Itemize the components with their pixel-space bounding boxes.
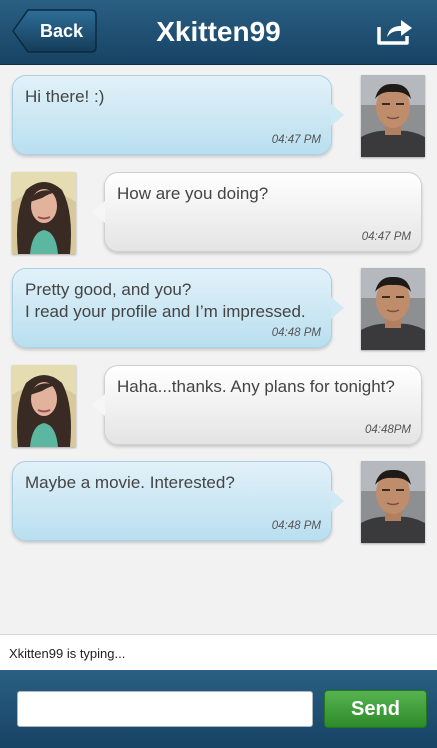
message-text: Pretty good, and you? I read your profil… — [25, 280, 306, 321]
message-list[interactable]: Hi there! :) 04:47 PM How are you doing?… — [0, 65, 437, 633]
back-label: Back — [39, 21, 84, 41]
message-row: Maybe a movie. Interested? 04:48 PM — [0, 451, 437, 543]
message-bubble-outgoing: Pretty good, and you? I read your profil… — [12, 268, 344, 348]
message-bubble-incoming: How are you doing? 04:47 PM — [92, 172, 422, 252]
avatar-photo-man — [361, 461, 425, 543]
message-time: 04:47 PM — [271, 134, 321, 146]
message-bubble-incoming: Haha...thanks. Any plans for tonight? 04… — [92, 365, 422, 445]
message-time: 04:47 PM — [361, 231, 411, 243]
message-text: Hi there! :) — [25, 87, 105, 106]
typing-status-text: Xkitten99 is typing... — [9, 646, 126, 661]
message-row: Pretty good, and you? I read your profil… — [0, 258, 437, 350]
composer-bar: Send — [0, 670, 437, 748]
page-title: Xkitten99 — [156, 16, 281, 47]
message-time: 04:48PM — [364, 424, 411, 436]
back-button[interactable]: Back — [12, 9, 97, 53]
message-text: Maybe a movie. Interested? — [25, 473, 235, 492]
message-row: Haha...thanks. Any plans for tonight? 04… — [0, 355, 437, 447]
message-bubble-outgoing: Maybe a movie. Interested? 04:48 PM — [12, 461, 344, 541]
bubble-tail — [331, 297, 344, 319]
avatar[interactable] — [361, 461, 425, 543]
app-header: Back Xkitten99 — [0, 0, 437, 65]
message-input[interactable] — [17, 691, 313, 727]
avatar-photo-man — [361, 268, 425, 350]
typing-indicator: Xkitten99 is typing... — [0, 634, 437, 671]
share-icon[interactable] — [376, 16, 414, 46]
message-row: How are you doing? 04:47 PM — [0, 162, 437, 254]
message-row: Hi there! :) 04:47 PM — [0, 65, 437, 157]
avatar[interactable] — [12, 172, 76, 254]
avatar[interactable] — [361, 75, 425, 157]
avatar-photo-man — [361, 75, 425, 157]
send-button[interactable]: Send — [324, 690, 427, 728]
message-time: 04:48 PM — [271, 327, 321, 339]
avatar-photo-woman — [12, 172, 76, 254]
avatar-photo-woman — [12, 365, 76, 447]
message-text: How are you doing? — [117, 184, 269, 203]
message-bubble-outgoing: Hi there! :) 04:47 PM — [12, 75, 344, 155]
bubble-tail — [92, 201, 105, 223]
bubble-tail — [331, 490, 344, 512]
avatar[interactable] — [361, 268, 425, 350]
avatar[interactable] — [12, 365, 76, 447]
bubble-tail — [92, 394, 105, 416]
message-text: Haha...thanks. Any plans for tonight? — [117, 377, 395, 396]
message-time: 04:48 PM — [271, 520, 321, 532]
bubble-tail — [331, 104, 344, 126]
